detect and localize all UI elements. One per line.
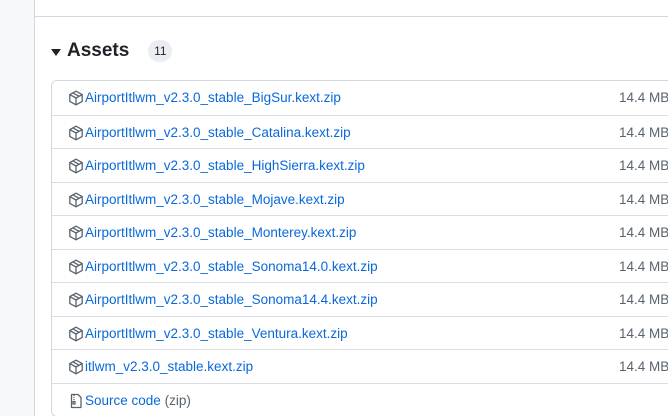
triangle-down-icon xyxy=(51,48,61,56)
asset-size: 14.4 MB xyxy=(619,191,668,207)
source-code-zip-link[interactable]: Source code (zip) xyxy=(85,393,191,408)
asset-link[interactable]: AirportItlwm_v2.3.0_stable_Ventura.kext.… xyxy=(85,326,348,341)
asset-row: AirportItlwm_v2.3.0_stable_Catalina.kext… xyxy=(52,114,668,149)
asset-link[interactable]: AirportItlwm_v2.3.0_stable_Sonoma14.0.ke… xyxy=(85,259,378,274)
asset-row: AirportItlwm_v2.3.0_stable_HighSierra.ke… xyxy=(52,148,668,182)
asset-link[interactable]: AirportItlwm_v2.3.0_stable_Monterey.kext… xyxy=(85,225,356,240)
package-icon xyxy=(68,292,84,308)
asset-row: AirportItlwm_v2.3.0_stable_Sonoma14.4.ke… xyxy=(52,282,668,316)
asset-size: 14.4 MB xyxy=(619,258,668,274)
asset-link[interactable]: itlwm_v2.3.0_stable.kext.zip xyxy=(85,359,253,374)
source-code-suffix: (zip) xyxy=(164,392,191,408)
asset-size: 14.4 MB xyxy=(619,90,668,105)
asset-link[interactable]: AirportItlwm_v2.3.0_stable_Catalina.kext… xyxy=(85,125,351,140)
asset-size: 14.4 MB xyxy=(619,359,668,374)
package-icon xyxy=(68,125,84,141)
package-icon xyxy=(68,359,84,375)
asset-link[interactable]: AirportItlwm_v2.3.0_stable_BigSur.kext.z… xyxy=(85,90,341,105)
asset-size: 14.4 MB xyxy=(619,325,668,341)
source-code-row: Source code (zip) xyxy=(52,382,668,416)
asset-row: AirportItlwm_v2.3.0_stable_Ventura.kext.… xyxy=(52,315,668,350)
assets-title: Assets xyxy=(67,40,130,61)
package-icon xyxy=(68,225,84,241)
package-icon xyxy=(68,192,84,208)
asset-row: AirportItlwm_v2.3.0_stable_Monterey.kext… xyxy=(52,215,668,249)
package-icon xyxy=(68,158,84,174)
asset-row: AirportItlwm_v2.3.0_stable_Mojave.kext.z… xyxy=(52,181,668,216)
asset-list: AirportItlwm_v2.3.0_stable_BigSur.kext.z… xyxy=(51,80,668,416)
asset-size: 14.4 MB xyxy=(619,158,668,173)
asset-link[interactable]: AirportItlwm_v2.3.0_stable_HighSierra.ke… xyxy=(85,158,365,173)
package-icon xyxy=(68,90,84,106)
asset-link[interactable]: AirportItlwm_v2.3.0_stable_Sonoma14.4.ke… xyxy=(85,292,378,307)
asset-size: 14.4 MB xyxy=(619,292,668,307)
release-page: Assets 11 AirportItlwm_v2.3.0_stable_Big… xyxy=(0,0,668,416)
asset-row: AirportItlwm_v2.3.0_stable_Sonoma14.0.ke… xyxy=(52,248,668,283)
asset-row: AirportItlwm_v2.3.0_stable_BigSur.kext.z… xyxy=(52,81,668,115)
package-icon xyxy=(68,259,84,275)
asset-row: itlwm_v2.3.0_stable.kext.zip 14.4 MB xyxy=(52,349,668,383)
assets-count-badge: 11 xyxy=(148,40,173,62)
section-divider xyxy=(34,16,668,17)
source-code-label: Source code xyxy=(85,392,161,408)
package-icon xyxy=(68,326,84,342)
asset-link[interactable]: AirportItlwm_v2.3.0_stable_Mojave.kext.z… xyxy=(85,192,345,207)
assets-toggle[interactable]: Assets 11 xyxy=(51,38,173,64)
asset-size: 14.4 MB xyxy=(619,124,668,140)
asset-size: 14.4 MB xyxy=(619,225,668,240)
file-zip-icon xyxy=(68,393,84,409)
